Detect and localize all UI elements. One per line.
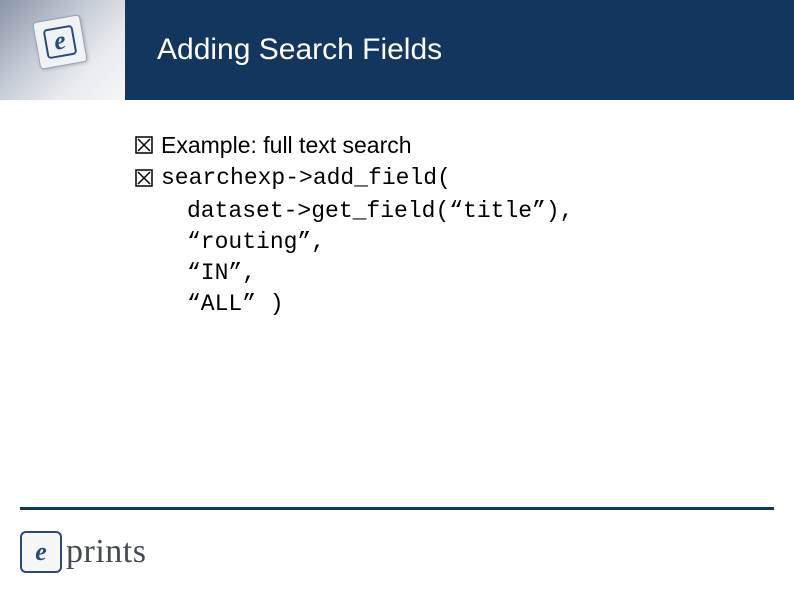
corner-doc-icon: e [32, 14, 88, 70]
code-line: dataset->get_field(“title”), [187, 196, 734, 227]
logo-wordmark: prints [66, 533, 146, 571]
footer-logo: e prints [20, 531, 146, 573]
code-block: dataset->get_field(“title”), “routing”, … [135, 196, 734, 320]
slide-header: e Adding Search Fields [0, 0, 794, 100]
code-line: “routing”, [187, 227, 734, 258]
header-corner-graphic: e [0, 0, 125, 100]
title-bar: Adding Search Fields [125, 0, 794, 100]
boxed-x-icon [135, 136, 153, 154]
logo-letter: e [35, 537, 47, 567]
bullet-text: searchexp->add_field( [161, 163, 451, 194]
bullet-item: Example: full text search [135, 130, 734, 161]
code-line: “IN”, [187, 258, 734, 289]
footer-divider [20, 507, 774, 510]
slide-title: Adding Search Fields [157, 33, 442, 67]
code-line: “ALL” ) [187, 289, 734, 320]
bullet-text: Example: full text search [161, 130, 412, 161]
boxed-x-icon [135, 169, 153, 187]
logo-badge-icon: e [20, 531, 62, 573]
bullet-item: searchexp->add_field( [135, 163, 734, 194]
slide-body: Example: full text search searchexp->add… [0, 100, 794, 320]
corner-logo-letter: e [43, 25, 78, 60]
